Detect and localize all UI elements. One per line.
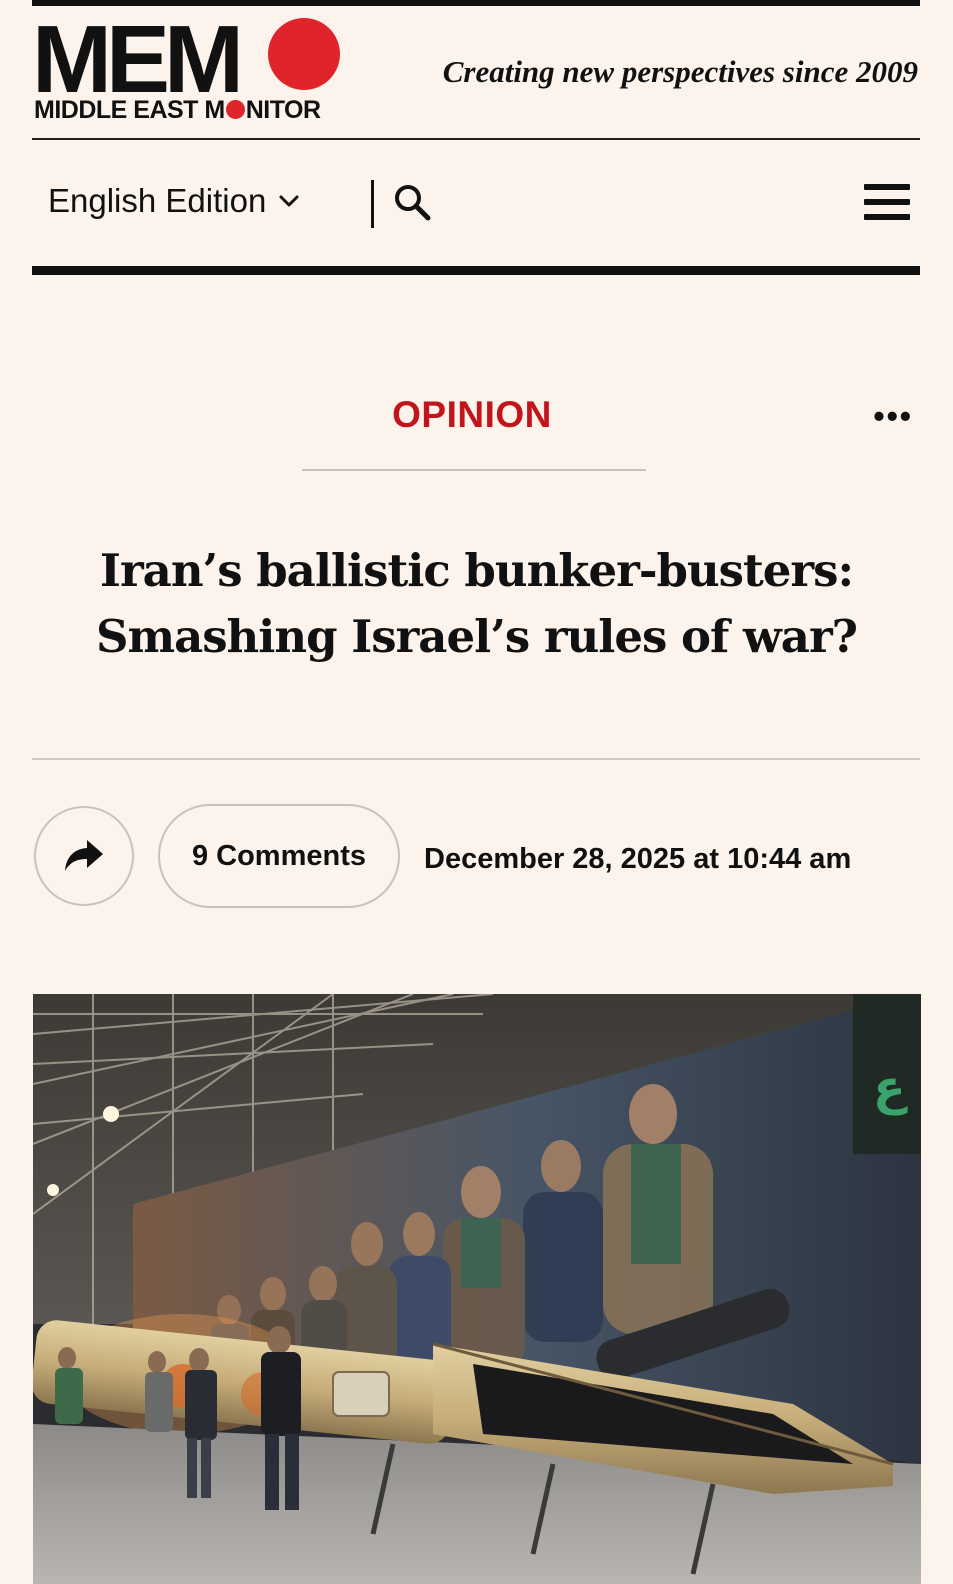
site-logo[interactable]: MEM MIDDLE EAST M NITOR <box>32 10 352 138</box>
publish-date: December 28, 2025 at 10:44 am <box>424 843 852 875</box>
logo-wordmark: MEM <box>32 6 244 113</box>
more-options-icon[interactable]: ••• <box>873 400 913 432</box>
site-tagline: Creating new perspectives since 2009 <box>442 54 918 89</box>
logo-red-dot <box>268 18 340 90</box>
menu-bar <box>864 199 910 205</box>
chevron-down-icon <box>279 195 299 207</box>
nav-separator <box>371 180 374 228</box>
logo-subtitle-dot <box>225 100 245 119</box>
article-headline: Iran’s ballistic bunker-busters: Smashin… <box>60 538 893 670</box>
share-button[interactable] <box>34 806 134 906</box>
comments-button[interactable]: 9 Comments <box>158 804 400 908</box>
search-icon[interactable] <box>392 182 434 224</box>
hamburger-menu-icon[interactable] <box>864 184 910 230</box>
logo-subtitle-start: MIDDLE EAST M <box>34 96 225 124</box>
headline-divider <box>32 758 920 760</box>
svg-text:ع: ع <box>873 1060 908 1116</box>
edition-label: English Edition <box>48 182 267 219</box>
section-label[interactable]: OPINION <box>300 394 644 436</box>
menu-bar <box>864 214 910 220</box>
nav-divider <box>32 266 920 275</box>
masthead-divider <box>32 138 920 140</box>
missile-exhibit-photo: ع <box>33 994 921 1584</box>
section-divider <box>302 469 646 471</box>
logo-subtitle: MIDDLE EAST M NITOR <box>34 96 321 125</box>
share-arrow-icon <box>65 840 103 871</box>
edition-selector[interactable]: English Edition <box>48 182 300 220</box>
headline-line-2: Smashing Israel’s rules of war? <box>95 610 858 663</box>
hero-image[interactable]: ع <box>33 994 921 1584</box>
headline-line-1: Iran’s ballistic bunker-busters: <box>99 544 854 597</box>
masthead: MEM MIDDLE EAST M NITOR Creating new pers… <box>32 10 920 138</box>
nav-bar: English Edition <box>32 160 920 250</box>
menu-bar <box>864 184 910 190</box>
logo-subtitle-end: NITOR <box>245 96 321 124</box>
